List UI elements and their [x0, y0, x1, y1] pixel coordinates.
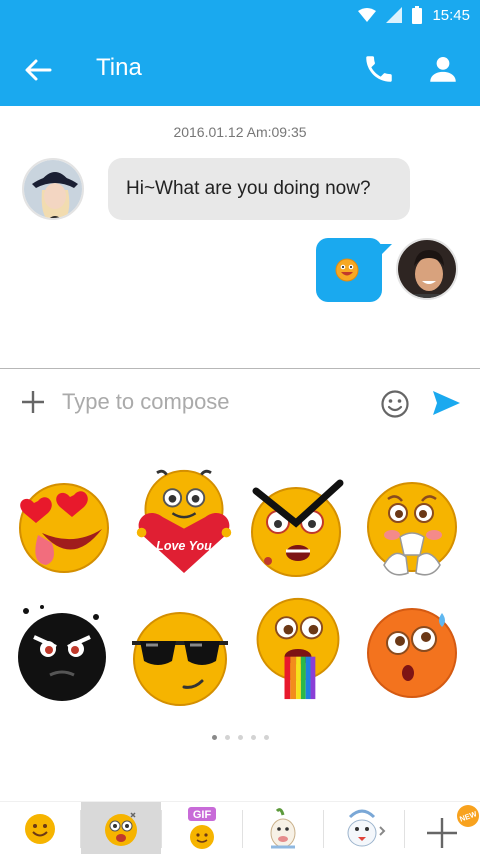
bird-sticker-icon — [347, 809, 386, 846]
page-dot[interactable] — [224, 735, 230, 740]
tab-gif[interactable]: GIF — [162, 802, 242, 854]
chat-screen: 15:45 Tina 2016.01.12 Am:09:35 Hi~What a… — [0, 0, 480, 854]
battery-icon — [412, 6, 423, 24]
love-you-label: Love You — [156, 539, 212, 553]
compose-bar — [0, 369, 480, 437]
app-bar: Tina — [0, 32, 480, 106]
smiley-sticker-icon — [335, 258, 359, 282]
sticker-category-tabs: GIF NEW — [0, 801, 480, 854]
add-sticker-pack-icon: NEW — [427, 804, 479, 848]
avatar-tina[interactable] — [22, 158, 84, 220]
smiley-icon — [25, 813, 55, 844]
sticker-black-ninja[interactable] — [12, 597, 112, 703]
tab-cartoon-bunny[interactable] — [243, 802, 323, 854]
sticker-panel: Love You GIF NEW — [0, 437, 480, 854]
wifi-icon — [358, 8, 377, 22]
tab-cartoon-bird[interactable] — [324, 802, 404, 854]
back-arrow-icon[interactable] — [22, 54, 54, 86]
incoming-message-bubble[interactable]: Hi~What are you doing now? — [108, 158, 410, 220]
page-dot[interactable] — [263, 735, 269, 740]
tab-emoji[interactable] — [0, 802, 80, 854]
avatar-me[interactable] — [396, 238, 458, 300]
page-dot[interactable] — [211, 735, 217, 740]
sticker-sunglasses[interactable] — [128, 605, 228, 711]
emoji-icon[interactable] — [380, 389, 410, 419]
page-dot[interactable] — [250, 735, 256, 740]
signal-icon — [386, 7, 403, 23]
conversation: 2016.01.12 Am:09:35 Hi~What are you doin… — [0, 106, 480, 368]
sticker-heart-eyes[interactable] — [12, 473, 112, 579]
person-icon[interactable] — [426, 52, 460, 86]
message-timestamp: 2016.01.12 Am:09:35 — [173, 124, 307, 140]
gif-sticker-icon: GIF — [188, 806, 216, 849]
crazy-face-icon — [105, 811, 137, 846]
bunny-sticker-icon — [270, 807, 296, 848]
sticker-love-you[interactable]: Love You — [134, 467, 234, 573]
compose-input[interactable] — [62, 385, 362, 419]
send-icon[interactable] — [430, 387, 462, 419]
sticker-page-indicator — [0, 735, 480, 740]
page-dot[interactable] — [237, 735, 243, 740]
phone-icon[interactable] — [362, 52, 396, 86]
status-time: 15:45 — [432, 6, 470, 24]
outgoing-message-bubble[interactable] — [316, 238, 392, 302]
contact-name: Tina — [96, 54, 142, 81]
sticker-rainbow-vomit[interactable] — [248, 595, 348, 701]
tab-emoji-stickers[interactable] — [81, 802, 161, 854]
tab-add-stickers[interactable]: NEW — [405, 802, 480, 854]
gif-label: GIF — [193, 809, 212, 821]
sticker-angry-eyebrows[interactable] — [248, 477, 348, 583]
status-bar: 15:45 — [0, 0, 480, 32]
add-attachment-icon[interactable] — [20, 389, 46, 415]
sticker-scared[interactable] — [362, 475, 462, 581]
sticker-surprised-sweat[interactable] — [362, 599, 462, 705]
